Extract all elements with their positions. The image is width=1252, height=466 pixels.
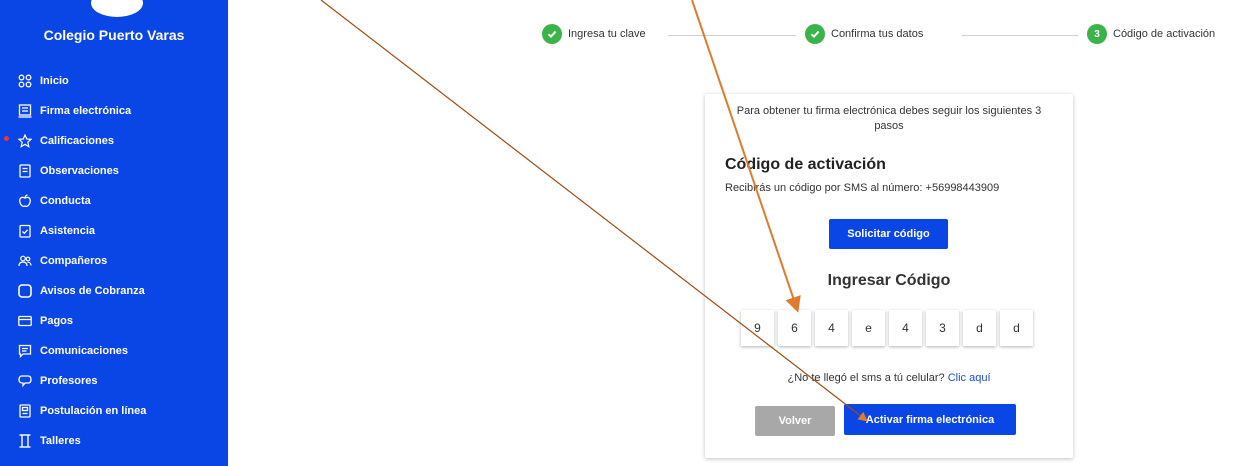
step-label: Ingresa tu clave <box>568 28 646 40</box>
sidebar-item-label: Avisos de Cobranza <box>40 285 145 297</box>
code-digit-input[interactable] <box>1000 310 1033 346</box>
sidebar-item-talleres[interactable]: Talleres <box>0 426 228 456</box>
sidebar-item-observaciones[interactable]: Observaciones <box>0 156 228 186</box>
step-confirma-tus-datos: Confirma tus datos <box>805 24 923 44</box>
message-icon <box>18 344 32 359</box>
sidebar-menu: Inicio Firma electrónica Calificaciones … <box>0 66 228 456</box>
sidebar-item-conducta[interactable]: Conducta <box>0 186 228 216</box>
intro-text: Para obtener tu firma electrónica debes … <box>736 105 1042 132</box>
step-label: Código de activación <box>1113 28 1216 40</box>
sidebar-item-firma-electronica[interactable]: Firma electrónica <box>0 96 228 126</box>
activation-card: Para obtener tu firma electrónica debes … <box>705 94 1073 458</box>
grid-icon <box>18 74 32 88</box>
code-digit-input[interactable] <box>852 310 885 346</box>
step-codigo-de-activacion: 3 Código de activación <box>1087 24 1215 44</box>
sidebar-item-comunicaciones[interactable]: Comunicaciones <box>0 336 228 366</box>
card-title: Código de activación <box>725 156 886 173</box>
sidebar-item-label: Talleres <box>40 435 81 447</box>
sidebar-item-label: Asistencia <box>40 225 96 237</box>
step-ingresa-tu-clave: Ingresa tu clave <box>542 24 646 44</box>
sidebar-item-label: Postulación en línea <box>40 405 147 417</box>
people-icon <box>18 254 32 268</box>
speech-bubble-icon <box>18 374 32 388</box>
code-digit-input[interactable] <box>778 310 811 346</box>
no-sms-text: ¿No te llegó el sms a tú celular? <box>787 372 945 384</box>
code-digit-input[interactable] <box>815 310 848 346</box>
check-circle-icon <box>542 24 562 44</box>
document-lines-icon <box>18 164 32 178</box>
sidebar-item-label: Calificaciones <box>40 135 114 147</box>
sidebar-item-label: Observaciones <box>40 165 119 177</box>
step-connector <box>962 35 1078 36</box>
back-button[interactable]: Volver <box>755 406 835 436</box>
sidebar: Colegio Puerto Varas Inicio Firma electr… <box>0 0 228 466</box>
sidebar-item-label: Compañeros <box>40 255 108 267</box>
sidebar-item-label: Conducta <box>40 195 91 207</box>
resend-link[interactable]: Clic aquí <box>948 372 991 384</box>
sidebar-item-label: Profesores <box>40 375 98 387</box>
sidebar-item-label: Pagos <box>40 315 74 327</box>
rounded-square-icon <box>18 284 32 298</box>
credit-card-icon <box>18 314 32 328</box>
sidebar-item-companeros[interactable]: Compañeros <box>0 246 228 276</box>
code-digit-input[interactable] <box>889 310 922 346</box>
code-input-group <box>741 310 1033 346</box>
sidebar-item-label: Firma electrónica <box>40 105 132 117</box>
sidebar-item-label: Inicio <box>40 75 69 87</box>
progress-stepper: Ingresa tu clave Confirma tus datos 3 Có… <box>0 24 1252 46</box>
sidebar-item-profesores[interactable]: Profesores <box>0 366 228 396</box>
sidebar-item-calificaciones[interactable]: Calificaciones <box>0 126 228 156</box>
code-digit-input[interactable] <box>926 310 959 346</box>
apple-icon <box>18 194 32 208</box>
code-digit-input[interactable] <box>963 310 996 346</box>
form-icon <box>18 404 32 418</box>
no-sms-row: ¿No te llegó el sms a tú celular? Clic a… <box>705 372 1073 384</box>
hourglass-icon <box>18 434 32 448</box>
step-connector <box>668 35 796 36</box>
code-section-title: Ingresar Código <box>827 272 951 289</box>
request-code-button[interactable]: Solicitar código <box>829 219 948 249</box>
code-digit-input[interactable] <box>741 310 774 346</box>
sidebar-item-label: Comunicaciones <box>40 345 129 357</box>
school-logo <box>88 0 146 20</box>
clipboard-check-icon <box>18 224 32 238</box>
sidebar-item-postulacion-en-linea[interactable]: Postulación en línea <box>0 396 228 426</box>
step-number-badge: 3 <box>1087 24 1107 44</box>
sidebar-item-asistencia[interactable]: Asistencia <box>0 216 228 246</box>
activate-signature-button[interactable]: Activar firma electrónica <box>844 404 1016 435</box>
sidebar-item-inicio[interactable]: Inicio <box>0 66 228 96</box>
sidebar-item-pagos[interactable]: Pagos <box>0 306 228 336</box>
star-icon <box>17 133 33 148</box>
sms-info-text: Recibirás un código por SMS al número: +… <box>725 182 1000 194</box>
check-circle-icon <box>805 24 825 44</box>
step-label: Confirma tus datos <box>831 28 924 40</box>
sidebar-item-avisos-de-cobranza[interactable]: Avisos de Cobranza <box>0 276 228 306</box>
signature-document-icon <box>18 104 32 118</box>
